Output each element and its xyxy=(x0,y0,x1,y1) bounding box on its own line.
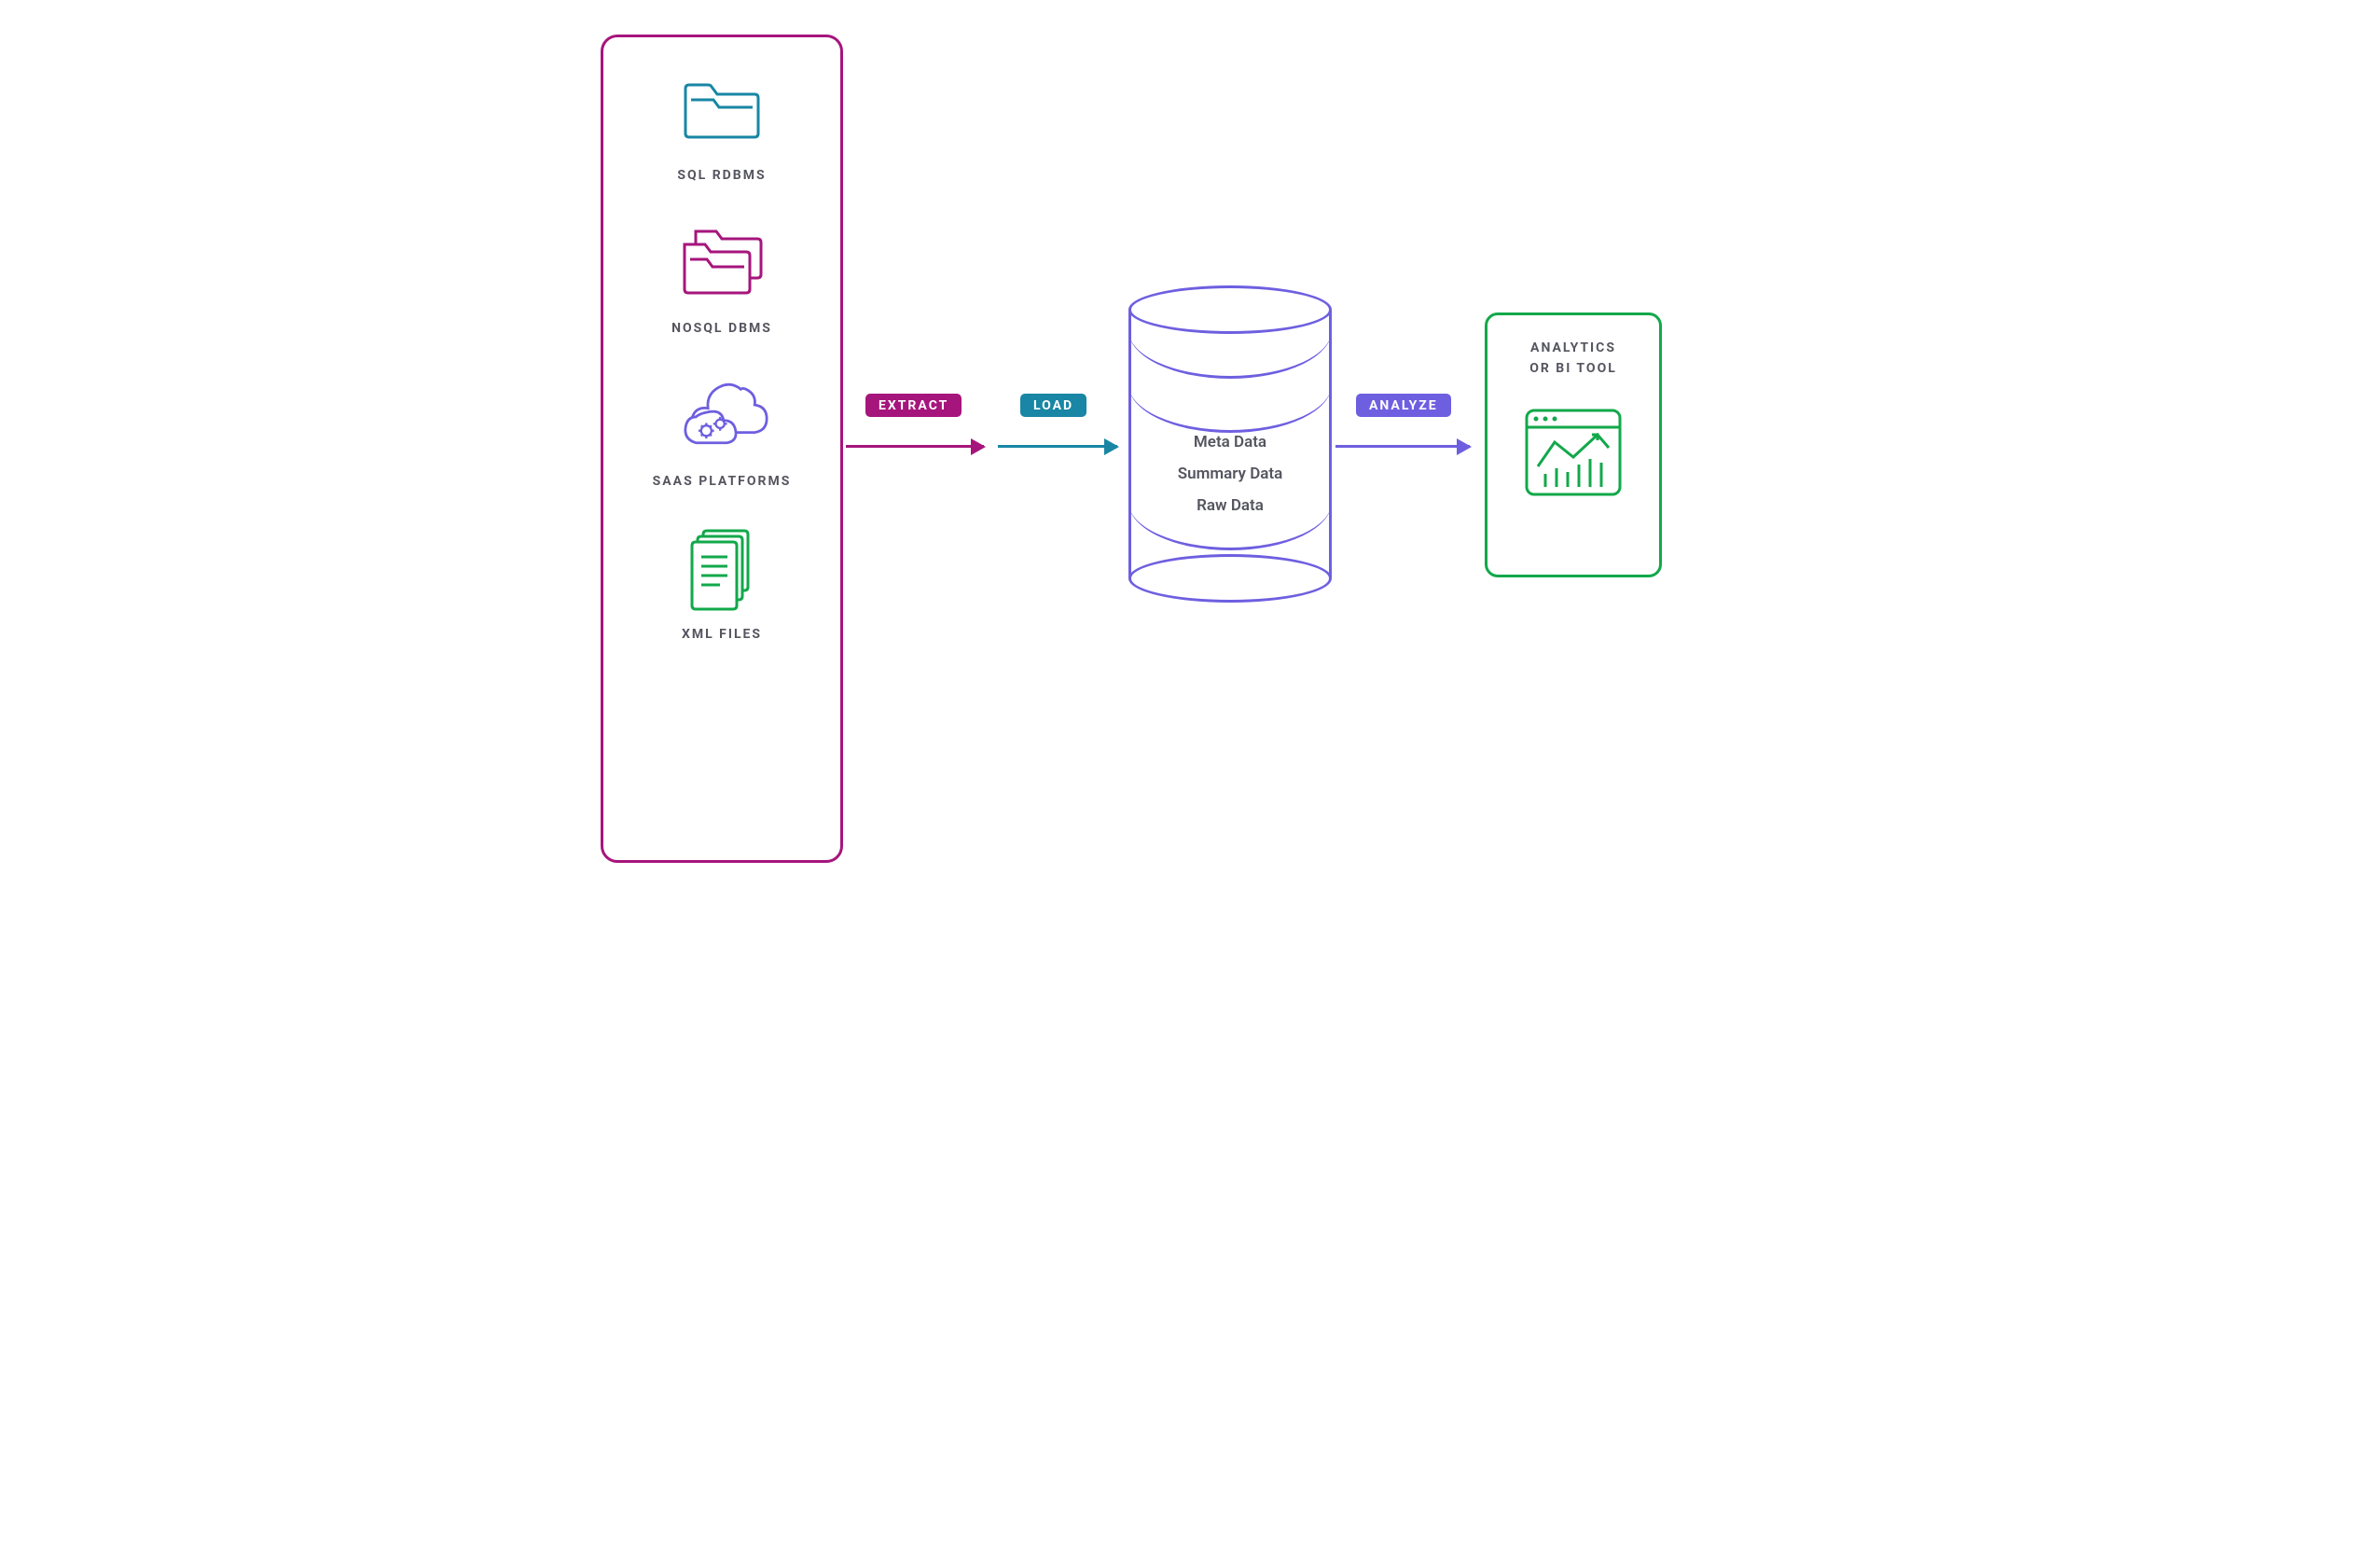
document-stack-icon xyxy=(675,522,768,616)
arrow-analyze-icon xyxy=(1335,445,1470,448)
analyze-badge: ANALYZE xyxy=(1356,394,1451,417)
folder-icon xyxy=(675,63,768,157)
db-row-summary: Summary Data xyxy=(1128,465,1332,483)
extract-badge: EXTRACT xyxy=(865,394,962,417)
source-label: NOSQL DBMS xyxy=(671,321,772,336)
folder-stack-icon xyxy=(675,216,768,310)
elt-diagram: SQL RDBMS NOSQL DBMS xyxy=(496,0,1884,898)
source-label: XML FILES xyxy=(682,627,762,642)
source-saas-platforms: SAAS PLATFORMS xyxy=(653,369,792,489)
source-xml-files: XML FILES xyxy=(675,522,768,642)
arrow-extract-icon xyxy=(846,445,984,448)
analytics-panel: ANALYTICS OR BI TOOL xyxy=(1485,312,1662,577)
arrow-load-icon xyxy=(998,445,1117,448)
db-row-meta: Meta Data xyxy=(1128,433,1332,451)
database-cylinder-icon: Meta Data Summary Data Raw Data xyxy=(1128,285,1332,603)
db-row-raw: Raw Data xyxy=(1128,496,1332,515)
sources-panel: SQL RDBMS NOSQL DBMS xyxy=(601,35,843,863)
source-label: SAAS PLATFORMS xyxy=(653,474,792,489)
source-label: SQL RDBMS xyxy=(677,168,766,183)
analytics-window-icon xyxy=(1522,402,1625,505)
source-nosql-dbms: NOSQL DBMS xyxy=(671,216,772,336)
source-sql-rdbms: SQL RDBMS xyxy=(675,63,768,183)
cloud-gears-icon xyxy=(675,369,768,463)
load-badge: LOAD xyxy=(1020,394,1086,417)
analytics-title: ANALYTICS OR BI TOOL xyxy=(1529,338,1617,380)
